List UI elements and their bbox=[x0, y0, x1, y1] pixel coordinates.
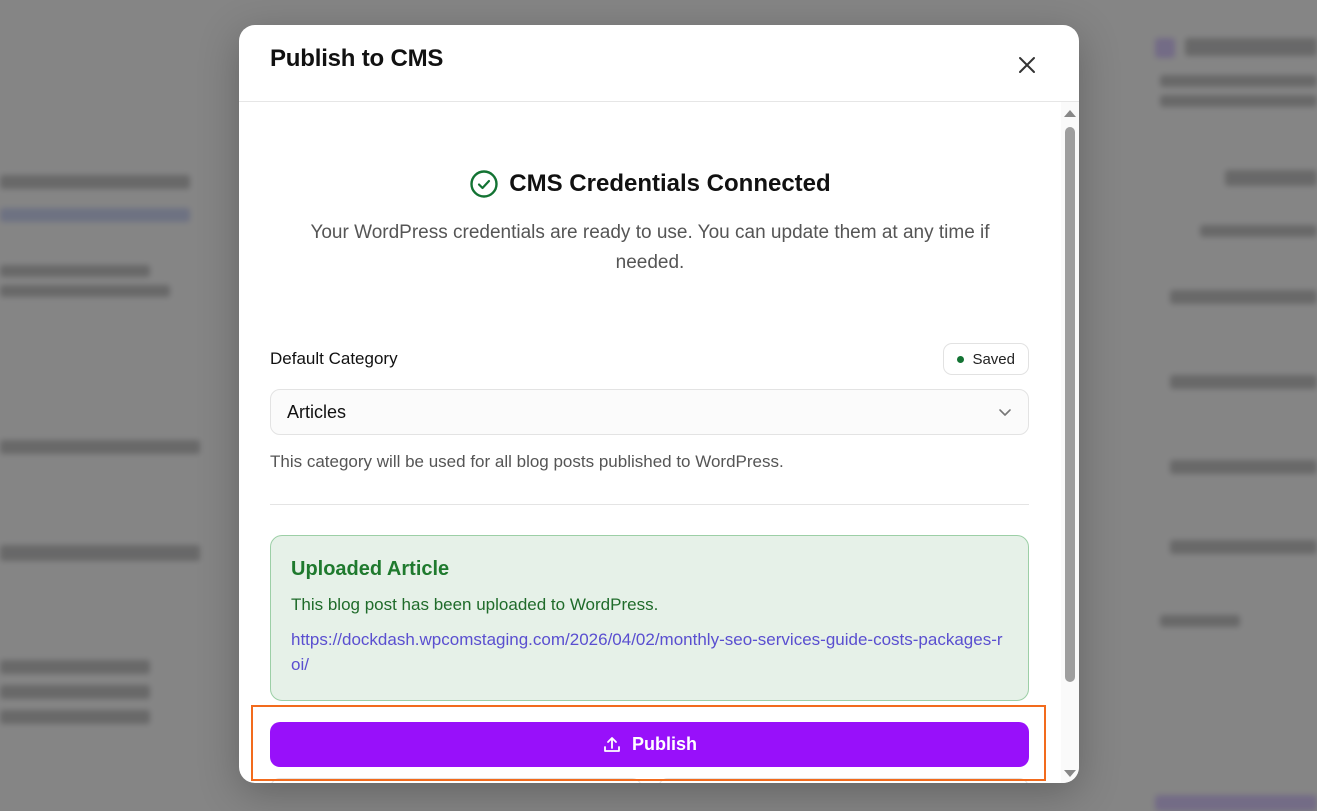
category-select-value: Articles bbox=[287, 401, 347, 422]
publish-modal: Publish to CMS CMS Credentials Connected… bbox=[239, 25, 1079, 783]
status-description: Your WordPress credentials are ready to … bbox=[310, 222, 990, 273]
divider bbox=[270, 504, 1029, 505]
modal-title: Publish to CMS bbox=[270, 45, 444, 72]
secondary-buttons-row bbox=[270, 778, 1029, 783]
scroll-up-icon[interactable] bbox=[1064, 110, 1076, 117]
category-header: Default Category Saved bbox=[270, 343, 1029, 375]
uploaded-article-link[interactable]: https://dockdash.wpcomstaging.com/2026/0… bbox=[291, 627, 1008, 677]
scrollbar-thumb[interactable] bbox=[1065, 127, 1075, 682]
uploaded-article-title: Uploaded Article bbox=[291, 558, 450, 580]
status-dot-icon bbox=[957, 355, 965, 363]
check-circle-icon bbox=[470, 170, 498, 198]
secondary-button[interactable] bbox=[657, 778, 1029, 783]
modal-scrollbar[interactable] bbox=[1061, 102, 1079, 783]
chevron-down-icon bbox=[999, 409, 1011, 416]
upload-icon bbox=[604, 736, 620, 752]
category-select[interactable]: Articles bbox=[270, 389, 1029, 435]
secondary-button[interactable] bbox=[270, 778, 642, 783]
status-title: CMS Credentials Connected bbox=[509, 170, 831, 197]
uploaded-article-text: This blog post has been uploaded to Word… bbox=[291, 595, 659, 614]
category-label: Default Category bbox=[270, 349, 398, 368]
close-icon bbox=[1019, 57, 1035, 73]
publish-button-label: Publish bbox=[631, 734, 697, 754]
category-helper-text: This category will be used for all blog … bbox=[270, 452, 784, 471]
saved-badge-label: Saved bbox=[972, 350, 1015, 368]
close-button[interactable] bbox=[1015, 53, 1039, 77]
publish-button[interactable]: Publish bbox=[270, 722, 1029, 767]
saved-badge: Saved bbox=[943, 343, 1029, 375]
scroll-down-icon[interactable] bbox=[1064, 770, 1076, 777]
modal-body: CMS Credentials Connected Your WordPress… bbox=[239, 102, 1061, 783]
credentials-status: CMS Credentials Connected Your WordPress… bbox=[239, 169, 1061, 278]
uploaded-article-card: Uploaded Article This blog post has been… bbox=[270, 535, 1029, 701]
modal-header: Publish to CMS bbox=[239, 25, 1079, 102]
